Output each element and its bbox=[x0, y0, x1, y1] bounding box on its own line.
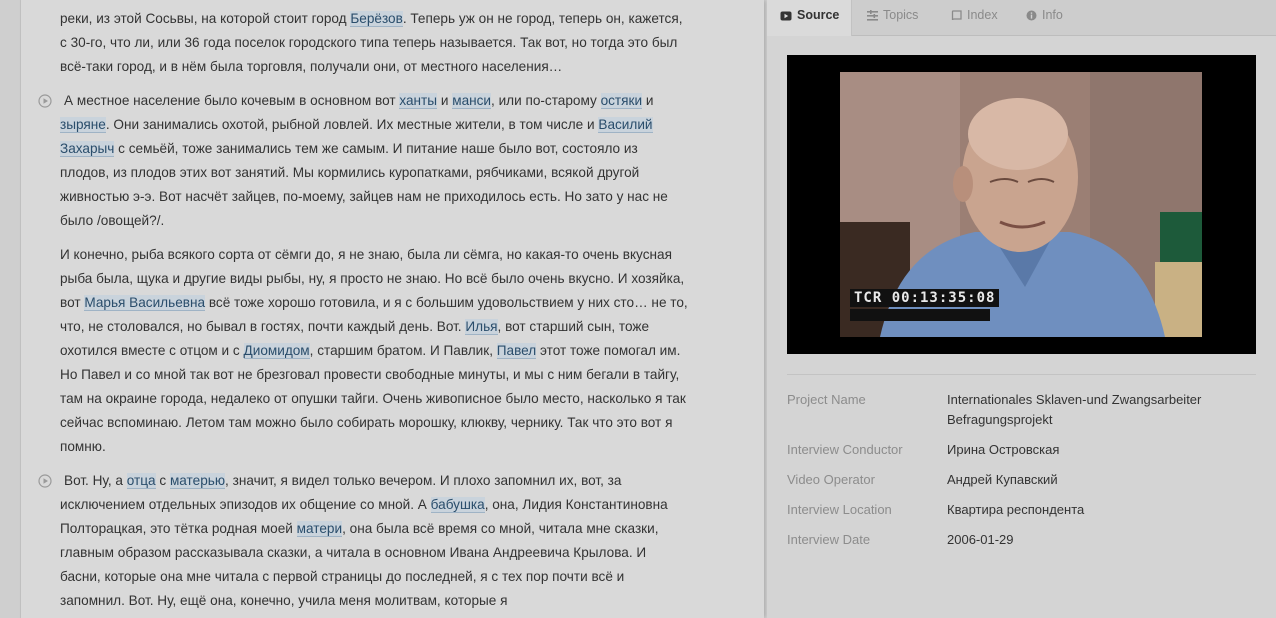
video-player[interactable]: TCR 00:13:35:08 bbox=[787, 55, 1256, 354]
meta-label: Video Operator bbox=[787, 472, 875, 487]
divider bbox=[787, 374, 1256, 375]
meta-label: Interview Location bbox=[787, 502, 892, 517]
topic-tag-link[interactable]: Павел bbox=[496, 343, 537, 359]
play-circle-icon[interactable] bbox=[38, 474, 52, 488]
topic-tag-link[interactable]: зыряне bbox=[60, 117, 106, 133]
transcript-text: , или по-старому bbox=[491, 93, 601, 108]
transcript-paragraph: реки, из этой Сосьвы, на которой стоит г… bbox=[60, 7, 688, 79]
transcript-paragraph: Вот. Ну, а отца с матерью, значит, я вид… bbox=[60, 469, 688, 613]
topic-tag-link[interactable]: Илья bbox=[465, 319, 498, 335]
book-icon bbox=[951, 10, 962, 21]
transcript-text: и bbox=[437, 93, 453, 108]
transcript-text: этот тоже помогал им. Но Павел и со мной… bbox=[60, 343, 686, 454]
meta-value: Андрей Купавский bbox=[947, 472, 1058, 487]
sidebar-tabs: Source Topics Index Info bbox=[767, 0, 1276, 36]
meta-label: Interview Conductor bbox=[787, 442, 903, 457]
meta-value: Internationales Sklaven-und Zwangsarbeit… bbox=[947, 392, 1202, 427]
transcript-text: и bbox=[642, 93, 654, 108]
topic-tag-link[interactable]: Диомидом bbox=[243, 343, 310, 359]
tab-label: Source bbox=[797, 8, 840, 22]
transcript-text: . Они занимались охотой, рыбной ловлей. … bbox=[105, 117, 599, 132]
tab-info[interactable]: Info bbox=[1026, 0, 1063, 35]
timecode-underbar bbox=[850, 309, 990, 321]
topic-tag-link[interactable]: манси bbox=[452, 93, 492, 109]
transcript-paragraph: А местное население было кочевым в основ… bbox=[60, 89, 688, 233]
transcript-text: Вот. Ну, а bbox=[64, 473, 127, 488]
tab-source[interactable]: Source bbox=[767, 0, 852, 36]
tab-label: Info bbox=[1042, 8, 1063, 22]
tab-topics[interactable]: Topics bbox=[867, 0, 918, 35]
topic-tag-link[interactable]: остяки bbox=[600, 93, 643, 109]
topic-tag-link[interactable]: Марья Васильевна bbox=[84, 295, 206, 311]
transcript-text: А местное население было кочевым в основ… bbox=[64, 93, 400, 108]
transcript-text: с семьёй, тоже занимались тем же самым. … bbox=[60, 141, 668, 228]
info-sidebar: Source Topics Index Info TCR 00:13:35:08… bbox=[767, 0, 1276, 618]
timecode: TCR 00:13:35:08 bbox=[850, 289, 1000, 307]
meta-value: Квартира респондента bbox=[947, 502, 1085, 517]
meta-value: 2006-01-29 bbox=[947, 532, 1014, 547]
topics-icon bbox=[867, 10, 878, 21]
info-icon bbox=[1026, 10, 1037, 21]
topic-tag-link[interactable]: матерью bbox=[169, 473, 226, 489]
transcript-text: с bbox=[155, 473, 170, 488]
meta-project-name: Project Name Internationales Sklaven-und… bbox=[787, 390, 1256, 430]
topic-tag-link[interactable]: ханты bbox=[399, 93, 438, 109]
video-icon bbox=[780, 11, 792, 21]
transcript-text: реки, из этой Сосьвы, на которой стоит г… bbox=[60, 11, 351, 26]
tab-label: Index bbox=[967, 8, 998, 22]
play-circle-icon[interactable] bbox=[38, 94, 52, 108]
tab-index[interactable]: Index bbox=[951, 0, 998, 35]
meta-label: Project Name bbox=[787, 392, 866, 407]
topic-tag-link[interactable]: бабушка bbox=[430, 497, 485, 513]
topic-tag-link[interactable]: Берёзов bbox=[350, 11, 403, 27]
topic-tag-link[interactable]: отца bbox=[126, 473, 156, 489]
transcript-panel: реки, из этой Сосьвы, на которой стоит г… bbox=[21, 0, 764, 618]
tab-label: Topics bbox=[883, 8, 919, 22]
meta-label: Interview Date bbox=[787, 532, 871, 547]
transcript-text: , старшим братом. И Павлик, bbox=[309, 343, 497, 358]
left-gutter bbox=[0, 0, 21, 618]
meta-value: Ирина Островская bbox=[947, 442, 1060, 457]
transcript-paragraph: И конечно, рыба всякого сорта от сёмги д… bbox=[60, 243, 688, 459]
topic-tag-link[interactable]: матери bbox=[296, 521, 343, 537]
